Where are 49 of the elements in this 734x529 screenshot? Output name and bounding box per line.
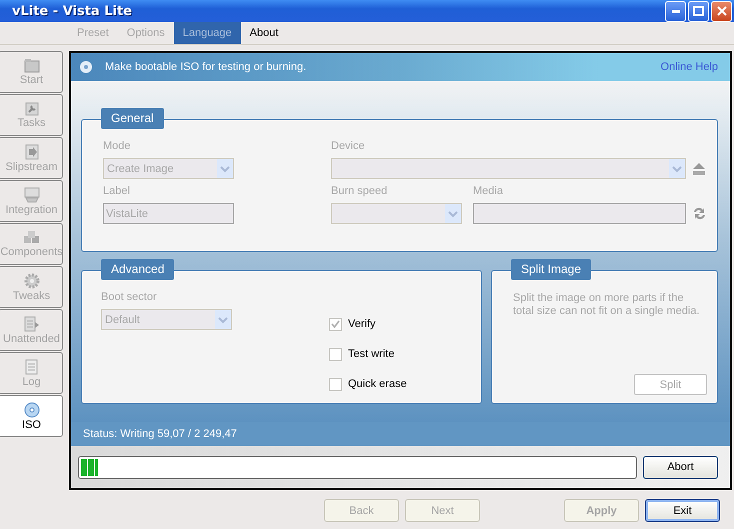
field-label: Mode: [103, 139, 132, 154]
minimize-icon: [672, 10, 680, 12]
online-help-link[interactable]: Online Help: [660, 61, 718, 73]
close-icon: [716, 6, 726, 16]
group-title: Split Image: [511, 259, 592, 280]
window-title: vLite - Vista Lite: [12, 4, 132, 18]
maximize-button[interactable]: [688, 0, 709, 22]
field-label: Media: [473, 184, 504, 199]
footer-button[interactable]: Exit: [645, 499, 720, 522]
checkbox[interactable]: [329, 318, 342, 330]
group-title: Advanced: [101, 259, 174, 280]
checkbox[interactable]: [329, 348, 342, 360]
eject-icon[interactable]: [692, 162, 706, 176]
refresh-icon[interactable]: [692, 206, 707, 221]
field-label: Boot sector: [101, 290, 158, 305]
wrench-icon: [24, 102, 38, 116]
document-icon: [25, 358, 38, 374]
cubes-icon: [23, 230, 40, 245]
boot-sector-dropdown[interactable]: Default: [101, 309, 232, 330]
device-dropdown[interactable]: [331, 158, 686, 179]
folder-icon: [24, 58, 40, 73]
burn-speed-dropdown[interactable]: [331, 203, 462, 224]
minimize-button[interactable]: [665, 0, 686, 22]
checkbox[interactable]: [329, 378, 342, 390]
header-text: Make bootable ISO for testing or burning.: [105, 61, 308, 73]
field-label: Burn speed: [331, 184, 388, 199]
mode-dropdown[interactable]: Create Image: [103, 158, 234, 179]
field-label: Device: [331, 139, 366, 154]
status-text: Status: Writing 59,07 / 2 249,47: [71, 422, 730, 446]
drive-icon: [24, 186, 40, 202]
maximize-icon: [693, 6, 704, 16]
description-text: Split the image on more parts if the total size can not fit on a single media.: [513, 292, 700, 318]
checkbox-label: Quick erase: [348, 378, 407, 390]
close-button[interactable]: [711, 0, 732, 22]
disc-icon: [24, 402, 40, 418]
abort-button[interactable]: Abort: [643, 456, 718, 478]
media-field[interactable]: [473, 203, 686, 224]
document-icon: [24, 316, 40, 332]
sidebar-item[interactable]: ISO: [0, 395, 63, 437]
label-field[interactable]: VistaLite: [103, 203, 234, 224]
disc-icon: [79, 60, 93, 74]
checkbox-label: Verify: [348, 318, 376, 330]
checkbox-label: Test write: [348, 348, 394, 360]
split-button[interactable]: Split: [634, 374, 707, 395]
group-title: General: [101, 108, 164, 129]
menu-tab[interactable]: Language: [174, 22, 241, 44]
menu-tab[interactable]: About: [240, 22, 288, 44]
gear-icon: [24, 272, 40, 288]
field-label: Label: [103, 184, 131, 199]
